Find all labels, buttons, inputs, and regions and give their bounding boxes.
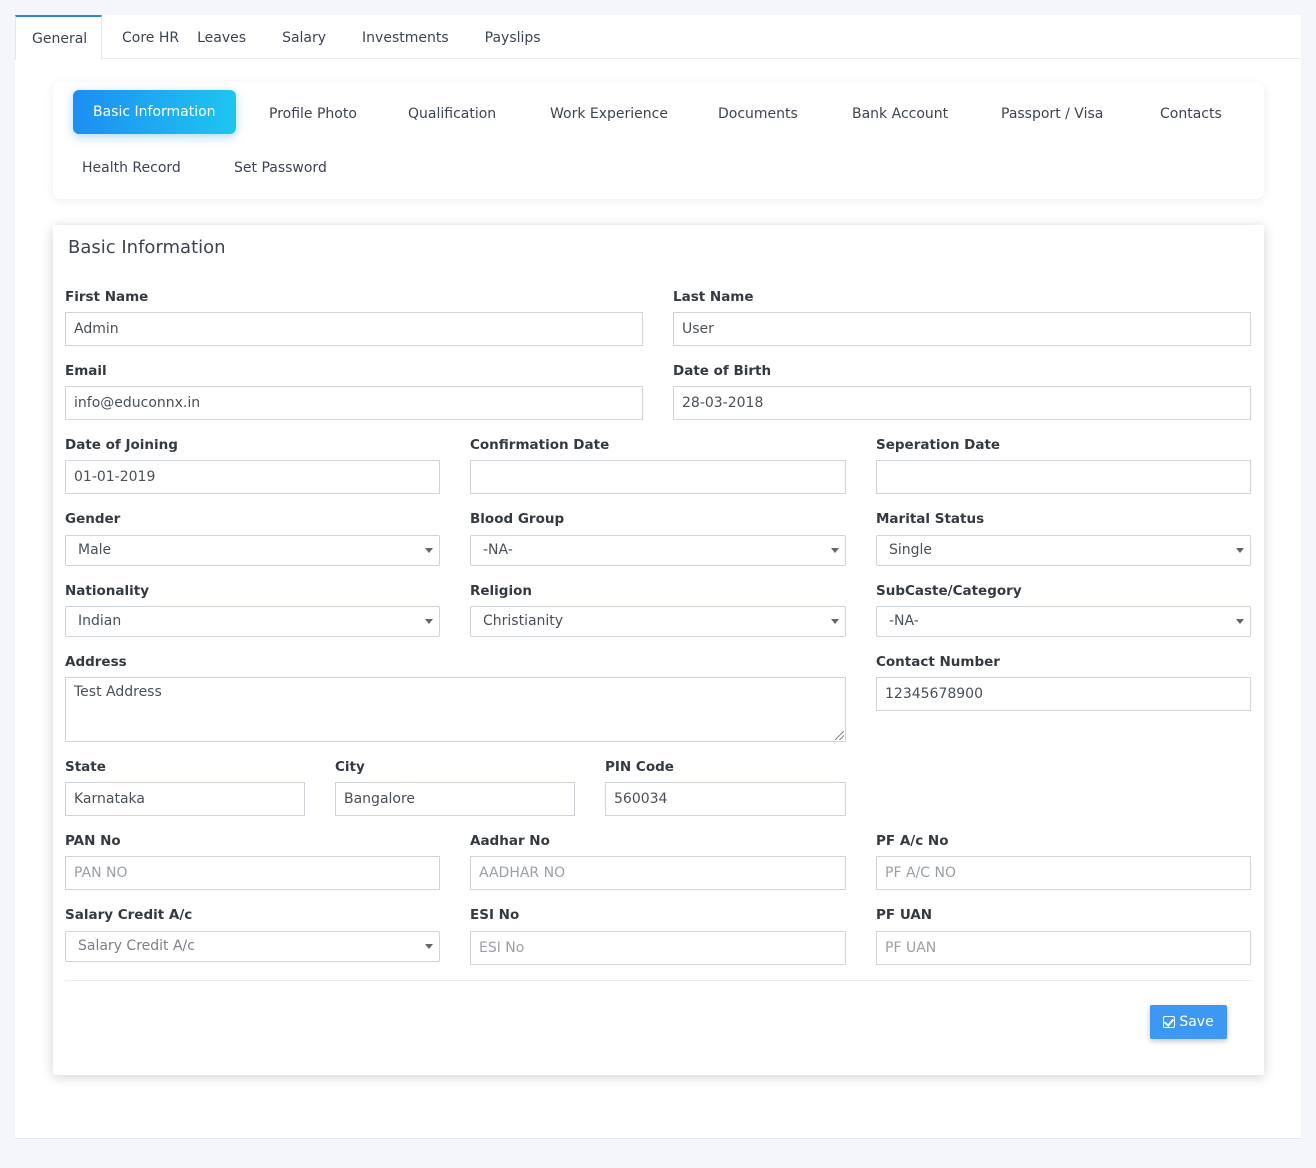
chevron-down-icon bbox=[1236, 548, 1244, 553]
salary-credit-label: Salary Credit A/c bbox=[65, 907, 193, 923]
doj-input[interactable]: 01-01-2019 bbox=[65, 460, 440, 494]
pin-code-label: PIN Code bbox=[605, 759, 674, 775]
gender-value: Male bbox=[78, 542, 112, 558]
blood-group-select[interactable]: -NA- bbox=[470, 535, 846, 566]
subtab-qualification[interactable]: Qualification bbox=[408, 92, 496, 136]
pin-code-input[interactable]: 560034 bbox=[605, 782, 846, 816]
tab-salary[interactable]: Salary bbox=[264, 15, 344, 59]
subtab-passport-visa[interactable]: Passport / Visa bbox=[1001, 92, 1103, 136]
confirmation-date-input[interactable] bbox=[470, 460, 846, 494]
subtab-contacts[interactable]: Contacts bbox=[1160, 92, 1222, 136]
tab-investments[interactable]: Investments bbox=[344, 15, 467, 59]
nationality-value: Indian bbox=[78, 613, 122, 629]
city-input[interactable]: Bangalore bbox=[335, 782, 575, 816]
resize-handle-icon[interactable] bbox=[835, 731, 844, 740]
doj-label: Date of Joining bbox=[65, 437, 178, 453]
dob-label: Date of Birth bbox=[673, 363, 772, 379]
subtab-work-experience[interactable]: Work Experience bbox=[550, 92, 668, 136]
tab-payslips[interactable]: Payslips bbox=[467, 15, 559, 59]
subtab-profile-photo[interactable]: Profile Photo bbox=[269, 92, 357, 136]
first-name-label: First Name bbox=[65, 289, 149, 305]
religion-select[interactable]: Christianity bbox=[470, 606, 846, 637]
pan-label: PAN No bbox=[65, 833, 121, 849]
dob-input[interactable]: 28-03-2018 bbox=[673, 386, 1251, 420]
top-tab-bar: General Core HR Leaves Salary Investment… bbox=[15, 15, 1301, 60]
gender-select[interactable]: Male bbox=[65, 535, 440, 566]
form-title: Basic Information bbox=[68, 237, 226, 258]
last-name-input[interactable]: User bbox=[673, 312, 1251, 346]
separation-date-input[interactable] bbox=[876, 460, 1251, 494]
esi-label: ESI No bbox=[470, 907, 520, 923]
last-name-label: Last Name bbox=[673, 289, 754, 305]
aadhar-input[interactable]: AADHAR NO bbox=[470, 856, 846, 890]
contact-number-input[interactable]: 12345678900 bbox=[876, 677, 1251, 711]
sub-tab-bar: Basic Information Profile Photo Qualific… bbox=[53, 82, 1264, 199]
gender-label: Gender bbox=[65, 511, 121, 527]
tab-core-hr[interactable]: Core HR bbox=[102, 15, 197, 59]
pan-input[interactable]: PAN NO bbox=[65, 856, 440, 890]
chevron-down-icon bbox=[1236, 619, 1244, 624]
check-square-icon bbox=[1163, 1016, 1176, 1028]
subcaste-select[interactable]: -NA- bbox=[876, 606, 1251, 637]
pf-ac-input[interactable]: PF A/C NO bbox=[876, 856, 1251, 890]
tab-general[interactable]: General bbox=[15, 15, 102, 60]
email-label: Email bbox=[65, 363, 107, 379]
subtab-bank-account[interactable]: Bank Account bbox=[852, 92, 948, 136]
chevron-down-icon bbox=[831, 619, 839, 624]
address-textarea[interactable]: Test Address bbox=[65, 677, 846, 742]
address-value: Test Address bbox=[74, 684, 162, 700]
state-input[interactable]: Karnataka bbox=[65, 782, 305, 816]
aadhar-label: Aadhar No bbox=[470, 833, 550, 849]
basic-information-form: Basic Information First Name Admin Last … bbox=[53, 225, 1264, 1075]
chevron-down-icon bbox=[425, 619, 433, 624]
chevron-down-icon bbox=[425, 548, 433, 553]
salary-credit-value: Salary Credit A/c bbox=[78, 938, 195, 954]
subtab-basic-information[interactable]: Basic Information bbox=[73, 90, 236, 134]
first-name-input[interactable]: Admin bbox=[65, 312, 643, 346]
employee-profile-card: General Core HR Leaves Salary Investment… bbox=[15, 15, 1301, 1139]
city-label: City bbox=[335, 759, 365, 775]
tab-leaves[interactable]: Leaves bbox=[197, 15, 264, 59]
form-divider bbox=[65, 980, 1251, 981]
nationality-select[interactable]: Indian bbox=[65, 606, 440, 637]
esi-input[interactable]: ESI No bbox=[470, 931, 846, 965]
chevron-down-icon bbox=[831, 548, 839, 553]
subtab-documents[interactable]: Documents bbox=[718, 92, 798, 136]
marital-status-label: Marital Status bbox=[876, 511, 985, 527]
confirmation-date-label: Confirmation Date bbox=[470, 437, 610, 453]
subcaste-label: SubCaste/Category bbox=[876, 583, 1022, 599]
subcaste-value: -NA- bbox=[889, 613, 919, 629]
blood-group-value: -NA- bbox=[483, 542, 513, 558]
marital-status-select[interactable]: Single bbox=[876, 535, 1251, 566]
pf-uan-label: PF UAN bbox=[876, 907, 933, 923]
pf-uan-input[interactable]: PF UAN bbox=[876, 931, 1251, 965]
blood-group-label: Blood Group bbox=[470, 511, 565, 527]
religion-value: Christianity bbox=[483, 613, 564, 629]
chevron-down-icon bbox=[425, 944, 433, 949]
email-input[interactable]: info@educonnx.in bbox=[65, 386, 643, 420]
salary-credit-select[interactable]: Salary Credit A/c bbox=[65, 931, 440, 962]
pf-ac-label: PF A/c No bbox=[876, 833, 949, 849]
address-label: Address bbox=[65, 654, 127, 670]
separation-date-label: Seperation Date bbox=[876, 437, 1001, 453]
religion-label: Religion bbox=[470, 583, 532, 599]
contact-number-label: Contact Number bbox=[876, 654, 1000, 670]
nationality-label: Nationality bbox=[65, 583, 149, 599]
save-button-label: Save bbox=[1179, 1014, 1214, 1030]
subtab-health-record[interactable]: Health Record bbox=[82, 146, 181, 190]
state-label: State bbox=[65, 759, 106, 775]
marital-status-value: Single bbox=[889, 542, 933, 558]
subtab-set-password[interactable]: Set Password bbox=[234, 146, 327, 190]
save-button[interactable]: Save bbox=[1150, 1005, 1227, 1039]
